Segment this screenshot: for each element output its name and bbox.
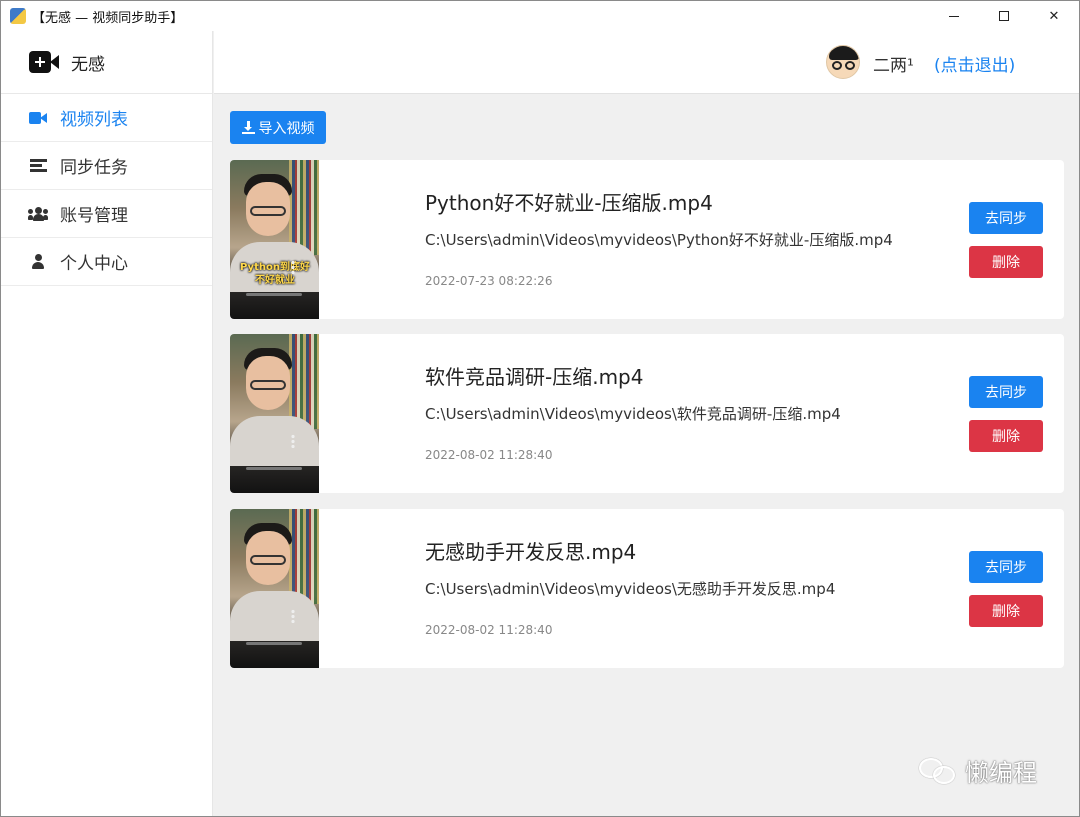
wechat-icon [919,756,959,786]
video-path: C:\Users\admin\Videos\myvideos\无感助手开发反思.… [425,580,836,598]
avatar[interactable] [826,45,860,79]
more-vertical-icon [291,434,295,448]
video-path: C:\Users\admin\Videos\myvideos\软件竞品调研-压缩… [425,405,841,423]
thumbnail-caption: Python到底好不好就业 [240,262,310,286]
import-video-button[interactable]: 导入视频 [230,111,326,144]
minimize-button[interactable] [929,1,979,31]
sync-button[interactable]: 去同步 [969,202,1043,234]
video-title: Python好不好就业-压缩版.mp4 [425,191,713,215]
app-window: 【无感 — 视频同步助手】 ✕ 无感 视频列表 同步任务 账号管理 个人中心 二… [0,0,1080,817]
video-card: Python到底好不好就业 Python好不好就业-压缩版.mp4 C:\Use… [230,160,1064,319]
logout-link[interactable]: (点击退出) [934,51,1015,76]
video-date: 2022-07-23 08:22:26 [425,274,553,288]
sidebar-item-label: 账号管理 [60,206,128,226]
video-thumbnail[interactable] [230,334,319,493]
brand-name: 无感 [71,54,105,75]
sidebar-item-sync-tasks[interactable]: 同步任务 [1,142,212,190]
maximize-icon [999,11,1009,21]
watermark: 懒编程 [919,753,1037,788]
tasks-icon [28,156,48,176]
brand: 无感 [1,31,212,94]
video-card: 软件竞品调研-压缩.mp4 C:\Users\admin\Videos\myvi… [230,334,1064,493]
delete-button[interactable]: 删除 [969,246,1043,278]
video-thumbnail[interactable] [230,509,319,668]
close-button[interactable]: ✕ [1029,1,1079,31]
sidebar-item-label: 个人中心 [60,254,128,274]
video-thumbnail[interactable]: Python到底好不好就业 [230,160,319,319]
sync-button[interactable]: 去同步 [969,551,1043,583]
video-path: C:\Users\admin\Videos\myvideos\Python好不好… [425,231,893,249]
more-vertical-icon [291,260,295,274]
video-camera-plus-icon [29,51,59,73]
delete-button[interactable]: 删除 [969,420,1043,452]
sync-button[interactable]: 去同步 [969,376,1043,408]
watermark-text: 懒编程 [965,759,1037,787]
top-header: 二两¹ (点击退出) [214,31,1079,94]
sidebar-item-label: 同步任务 [60,158,128,178]
import-video-label: 导入视频 [258,120,315,137]
username: 二两¹ [873,56,914,76]
window-title: 【无感 — 视频同步助手】 [32,10,184,26]
video-card: 无感助手开发反思.mp4 C:\Users\admin\Videos\myvid… [230,509,1064,668]
video-title: 软件竞品调研-压缩.mp4 [425,365,644,389]
video-title: 无感助手开发反思.mp4 [425,540,637,564]
sidebar: 无感 视频列表 同步任务 账号管理 个人中心 [1,31,213,816]
title-bar: 【无感 — 视频同步助手】 ✕ [1,1,1079,31]
sidebar-item-account-management[interactable]: 账号管理 [1,190,212,238]
minimize-icon [949,15,959,17]
video-date: 2022-08-02 11:28:40 [425,448,553,462]
sidebar-item-video-list[interactable]: 视频列表 [1,94,212,142]
user-icon [28,252,48,272]
video-date: 2022-08-02 11:28:40 [425,623,553,637]
download-icon [241,121,255,134]
video-icon [28,108,48,128]
more-vertical-icon [291,609,295,623]
close-icon: ✕ [1048,8,1060,24]
delete-button[interactable]: 删除 [969,595,1043,627]
maximize-button[interactable] [979,1,1029,31]
sidebar-item-label: 视频列表 [60,110,128,130]
python-app-icon [10,8,26,24]
window-controls: ✕ [929,1,1079,31]
users-icon [28,204,48,224]
sidebar-item-personal-center[interactable]: 个人中心 [1,238,212,286]
